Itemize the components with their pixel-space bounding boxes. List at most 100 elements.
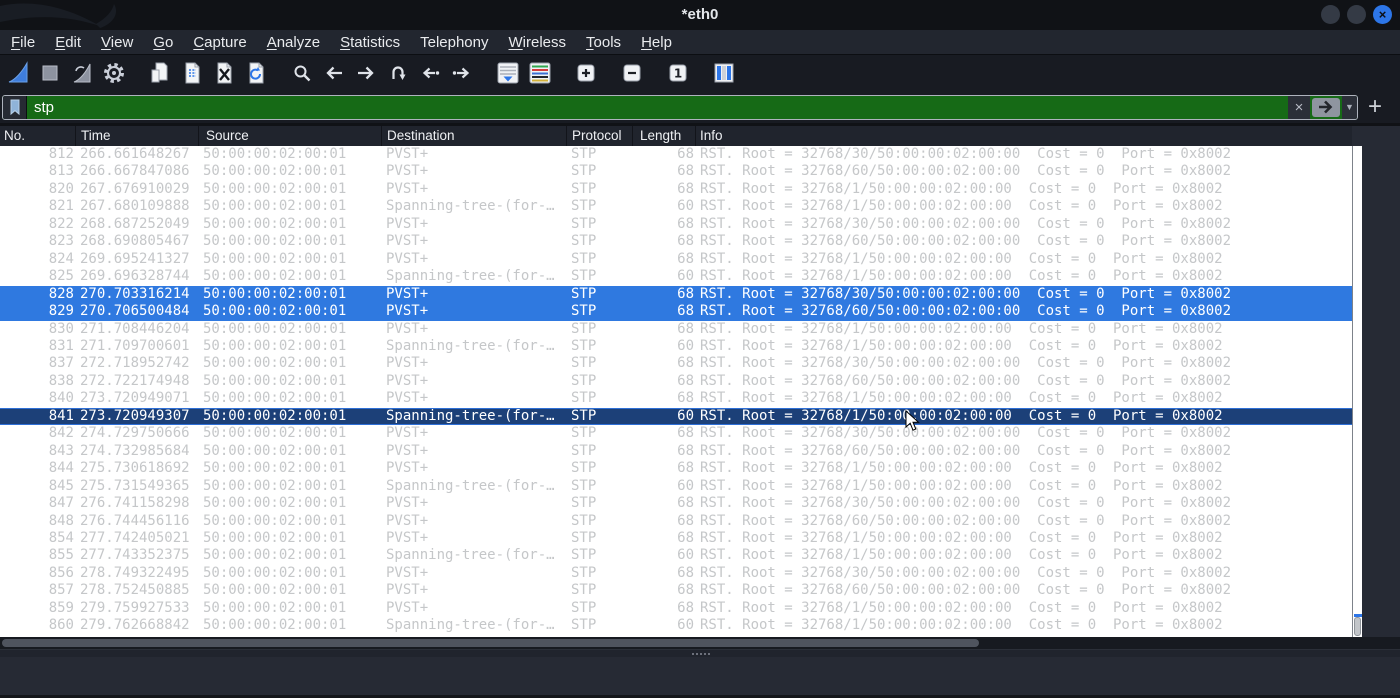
packet-row[interactable]: 848 276.744456116 50:00:00:02:00:01 PVST… bbox=[0, 513, 1352, 530]
arrow-right-dot-icon bbox=[452, 67, 470, 79]
close-button[interactable]: × bbox=[1373, 5, 1392, 24]
packet-time: 278.752450885 bbox=[80, 582, 190, 599]
menu-tools[interactable]: Tools bbox=[576, 34, 631, 51]
zoom-in-button[interactable] bbox=[572, 59, 600, 87]
packet-protocol: STP bbox=[571, 268, 597, 285]
stop-square-icon bbox=[42, 65, 58, 81]
menu-go[interactable]: Go bbox=[143, 34, 183, 51]
packet-info: RST. Root = 32768/1/50:00:00:02:00:00 Co… bbox=[700, 599, 1223, 616]
packet-row[interactable]: 825 269.696328744 50:00:00:02:00:01 Span… bbox=[0, 268, 1352, 285]
packet-row[interactable]: 859 279.759927533 50:00:00:02:00:01 PVST… bbox=[0, 600, 1352, 617]
packet-row[interactable]: 823 268.690805467 50:00:00:02:00:01 PVST… bbox=[0, 233, 1352, 250]
packet-row[interactable]: 855 277.743352375 50:00:00:02:00:01 Span… bbox=[0, 547, 1352, 564]
packet-protocol: STP bbox=[571, 180, 597, 197]
go-back-button[interactable] bbox=[320, 59, 348, 87]
filter-history-dropdown[interactable]: ▼ bbox=[1342, 95, 1357, 119]
shark-fin-icon bbox=[8, 61, 28, 83]
horizontal-scrollbar[interactable] bbox=[0, 637, 1400, 649]
menu-capture[interactable]: Capture bbox=[183, 34, 256, 51]
menu-edit[interactable]: Edit bbox=[45, 34, 91, 51]
packet-destination: PVST+ bbox=[386, 599, 429, 616]
pane-splitter[interactable] bbox=[0, 649, 1400, 657]
packet-row[interactable]: 812 266.661648267 50:00:00:02:00:01 PVST… bbox=[0, 146, 1352, 163]
packet-row[interactable]: 856 278.749322495 50:00:00:02:00:01 PVST… bbox=[0, 565, 1352, 582]
packet-row[interactable]: 860 279.762668842 50:00:00:02:00:01 Span… bbox=[0, 617, 1352, 634]
go-last-packet-button[interactable] bbox=[448, 59, 476, 87]
minimize-button[interactable] bbox=[1321, 5, 1340, 24]
open-file-button[interactable] bbox=[146, 59, 174, 87]
packet-row[interactable]: 830 271.708446204 50:00:00:02:00:01 PVST… bbox=[0, 321, 1352, 338]
menu-file[interactable]: File bbox=[1, 34, 45, 51]
menu-help[interactable]: Help bbox=[631, 34, 682, 51]
packet-info: RST. Root = 32768/1/50:00:00:02:00:00 Co… bbox=[700, 198, 1223, 215]
menu-wireless[interactable]: Wireless bbox=[499, 34, 577, 51]
packet-destination: PVST+ bbox=[386, 564, 429, 581]
menu-analyze[interactable]: Analyze bbox=[257, 34, 330, 51]
resize-columns-button[interactable] bbox=[710, 59, 738, 87]
vertical-scrollbar[interactable] bbox=[1352, 146, 1362, 637]
packet-row[interactable]: 821 267.680109888 50:00:00:02:00:01 Span… bbox=[0, 198, 1352, 215]
horizontal-scrollbar-thumb[interactable] bbox=[2, 639, 979, 647]
column-header-no[interactable]: No. bbox=[0, 126, 76, 146]
packet-row[interactable]: 842 274.729750666 50:00:00:02:00:01 PVST… bbox=[0, 425, 1352, 442]
start-capture-button[interactable] bbox=[4, 59, 32, 87]
packet-row[interactable]: 824 269.695241327 50:00:00:02:00:01 PVST… bbox=[0, 251, 1352, 268]
packet-row[interactable]: 829 270.706500484 50:00:00:02:00:01 PVST… bbox=[0, 303, 1352, 321]
column-header-destination[interactable]: Destination bbox=[382, 126, 567, 146]
menu-view[interactable]: View bbox=[91, 34, 143, 51]
filter-bookmark-button[interactable] bbox=[3, 95, 27, 119]
column-header-info[interactable]: Info bbox=[696, 126, 1352, 146]
apply-filter-button[interactable] bbox=[1312, 97, 1340, 117]
add-filter-button-plus[interactable]: + bbox=[1368, 95, 1382, 119]
menu-telephony[interactable]: Telephony bbox=[410, 34, 498, 51]
column-header-source[interactable]: Source bbox=[199, 126, 382, 146]
column-header-length[interactable]: Length bbox=[633, 126, 696, 146]
packet-row[interactable]: 820 267.676910029 50:00:00:02:00:01 PVST… bbox=[0, 181, 1352, 198]
packet-row[interactable]: 854 277.742405021 50:00:00:02:00:01 PVST… bbox=[0, 530, 1352, 547]
zoom-out-button[interactable] bbox=[618, 59, 646, 87]
packet-row[interactable]: 837 272.718952742 50:00:00:02:00:01 PVST… bbox=[0, 355, 1352, 372]
packet-row[interactable]: 831 271.709700601 50:00:00:02:00:01 Span… bbox=[0, 338, 1352, 355]
close-file-button[interactable] bbox=[210, 59, 238, 87]
normal-size-button[interactable]: 1 bbox=[664, 59, 692, 87]
column-header-protocol[interactable]: Protocol bbox=[567, 126, 633, 146]
arrow-left-dot-icon bbox=[422, 67, 440, 79]
maximize-button[interactable] bbox=[1347, 5, 1366, 24]
packet-row[interactable]: 828 270.703316214 50:00:00:02:00:01 PVST… bbox=[0, 285, 1352, 304]
packet-source: 50:00:00:02:00:01 bbox=[203, 460, 347, 477]
menu-statistics[interactable]: Statistics bbox=[330, 34, 410, 51]
packet-row[interactable]: 844 275.730618692 50:00:00:02:00:01 PVST… bbox=[0, 460, 1352, 477]
packet-row[interactable]: 822 268.687252049 50:00:00:02:00:01 PVST… bbox=[0, 216, 1352, 233]
capture-options-button[interactable] bbox=[100, 59, 128, 87]
reload-file-button[interactable] bbox=[242, 59, 270, 87]
colorize-button[interactable] bbox=[526, 59, 554, 87]
packet-row[interactable]: 840 273.720949071 50:00:00:02:00:01 PVST… bbox=[0, 390, 1352, 407]
packet-protocol: STP bbox=[571, 477, 597, 494]
save-file-button[interactable] bbox=[178, 59, 206, 87]
packet-row[interactable]: 857 278.752450885 50:00:00:02:00:01 PVST… bbox=[0, 582, 1352, 599]
packet-time: 267.676910029 bbox=[80, 180, 190, 197]
packet-row[interactable]: 845 275.731549365 50:00:00:02:00:01 Span… bbox=[0, 478, 1352, 495]
vertical-scrollbar-thumb[interactable] bbox=[1354, 617, 1361, 636]
display-filter-input[interactable]: stp bbox=[27, 95, 1288, 119]
auto-scroll-button[interactable] bbox=[494, 59, 522, 87]
column-header-time[interactable]: Time bbox=[76, 126, 199, 146]
restart-capture-button[interactable] bbox=[68, 59, 96, 87]
go-to-packet-button[interactable] bbox=[384, 59, 412, 87]
packet-row[interactable]: 838 272.722174948 50:00:00:02:00:01 PVST… bbox=[0, 373, 1352, 390]
stop-capture-button[interactable] bbox=[36, 59, 64, 87]
packet-source: 50:00:00:02:00:01 bbox=[203, 320, 347, 337]
packet-row[interactable]: 843 274.732985684 50:00:00:02:00:01 PVST… bbox=[0, 443, 1352, 460]
packet-row[interactable]: 847 276.741158298 50:00:00:02:00:01 PVST… bbox=[0, 495, 1352, 512]
packet-row[interactable]: 841 273.720949307 50:00:00:02:00:01 Span… bbox=[0, 407, 1352, 426]
packet-protocol: STP bbox=[571, 303, 597, 320]
clear-filter-button[interactable]: × bbox=[1288, 95, 1310, 119]
packet-row[interactable]: 813 266.667847086 50:00:00:02:00:01 PVST… bbox=[0, 163, 1352, 180]
packet-time: 273.720949307 bbox=[80, 407, 190, 424]
find-packet-button[interactable] bbox=[288, 59, 316, 87]
packet-length: 68 bbox=[677, 495, 694, 512]
go-forward-button[interactable] bbox=[352, 59, 380, 87]
go-first-packet-button[interactable] bbox=[416, 59, 444, 87]
packet-destination: PVST+ bbox=[386, 460, 429, 477]
packet-source: 50:00:00:02:00:01 bbox=[203, 547, 347, 564]
